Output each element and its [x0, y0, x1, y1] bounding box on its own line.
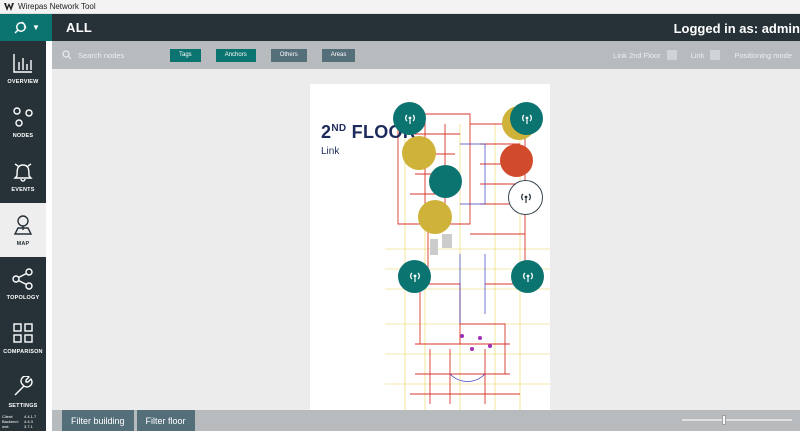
- anchor-node[interactable]: [511, 260, 544, 293]
- anchor-node[interactable]: [393, 102, 426, 135]
- sidebar-item-label: OVERVIEW: [7, 78, 39, 85]
- link-floor-checkbox[interactable]: [666, 50, 677, 60]
- antenna-icon: [522, 272, 533, 282]
- floor-plan-title-ordinal: ND: [331, 123, 347, 134]
- anchor-node[interactable]: [510, 102, 543, 135]
- grid-icon: [13, 322, 33, 343]
- share-icon: [12, 267, 33, 290]
- sidebar-item-overview[interactable]: OVERVIEW: [0, 41, 46, 95]
- version-info: Client: 4.4.1.7 Backend: 4.4.3 wnt: 3.7.1: [0, 411, 46, 431]
- map-pin-icon: [13, 214, 33, 235]
- map-canvas[interactable]: 2ND FLOOR Link: [52, 69, 800, 414]
- map-bottom-bar: Filter building Filter floor: [52, 410, 800, 431]
- logged-in-user: Logged in as: admin: [673, 21, 800, 36]
- antenna-icon: [404, 114, 415, 124]
- tag-node[interactable]: [402, 136, 436, 170]
- version-key: wnt:: [2, 424, 10, 429]
- sidebar-item-label: COMPARISON: [3, 348, 43, 355]
- sidebar-item-label: MAP: [16, 240, 30, 247]
- sidebar-item-map[interactable]: MAP: [0, 203, 46, 257]
- page-title: ALL: [66, 20, 93, 35]
- window-title: Wirepas Network Tool: [18, 2, 96, 11]
- sidebar-item-label: NODES: [12, 132, 34, 139]
- tag-node[interactable]: [500, 144, 533, 177]
- filter-floor-button[interactable]: Filter floor: [136, 410, 195, 431]
- network-selector[interactable]: ▼: [0, 14, 52, 41]
- version-row: wnt: 3.7.1: [2, 424, 46, 429]
- sidebar: OVERVIEW NODES EVENTS MAP TOPOLOGY COMPA…: [0, 41, 46, 411]
- version-value: 3.7.1: [24, 424, 33, 429]
- tag-node[interactable]: [429, 165, 462, 198]
- sidebar-item-comparison[interactable]: COMPARISON: [0, 311, 46, 365]
- bell-icon: [13, 162, 33, 182]
- zoom-slider-track: [682, 419, 792, 421]
- sidebar-item-label: TOPOLOGY: [6, 294, 40, 301]
- app-header: ▼ ALL Logged in as: admin: [0, 14, 800, 41]
- zoom-slider[interactable]: [682, 415, 792, 425]
- sidebar-item-nodes[interactable]: NODES: [0, 95, 46, 149]
- wrench-icon: [14, 375, 33, 395]
- tag-node[interactable]: [418, 200, 452, 234]
- positioning-mode-label: Positioning mode: [734, 50, 792, 60]
- plug-icon: [14, 20, 27, 34]
- search-box: [62, 50, 170, 60]
- filter-anchors-button[interactable]: Anchors: [215, 48, 256, 62]
- search-input[interactable]: [78, 50, 168, 60]
- sidebar-item-topology[interactable]: TOPOLOGY: [0, 257, 46, 311]
- bar-chart-icon: [13, 53, 32, 73]
- antenna-icon: [521, 114, 532, 124]
- filter-building-button[interactable]: Filter building: [62, 410, 134, 431]
- sidebar-item-label: EVENTS: [11, 186, 35, 193]
- wirepas-logo-icon: [4, 2, 14, 11]
- filter-tags-button[interactable]: Tags: [170, 48, 201, 62]
- map-toolbar: Tags Anchors Others Areas Link 2nd Floor…: [52, 41, 800, 69]
- zoom-slider-thumb[interactable]: [722, 415, 726, 425]
- link-checkbox[interactable]: [710, 50, 721, 60]
- window-titlebar: Wirepas Network Tool: [0, 0, 800, 14]
- floor-plan-title-number: 2: [321, 122, 332, 142]
- filter-others-button[interactable]: Others: [270, 48, 307, 62]
- link-floor-label: Link 2nd Floor: [613, 50, 661, 60]
- sidebar-item-label: SETTINGS: [8, 402, 38, 409]
- anchor-node-selected[interactable]: [508, 180, 543, 215]
- search-icon: [62, 50, 72, 60]
- filter-areas-button[interactable]: Areas: [321, 48, 356, 62]
- floor-plan-subtitle: Link: [321, 146, 340, 157]
- antenna-icon: [409, 272, 420, 282]
- nodes-icon: [13, 106, 33, 127]
- antenna-icon: [520, 193, 531, 203]
- anchor-node[interactable]: [398, 260, 431, 293]
- chevron-down-icon: ▼: [32, 23, 40, 32]
- link-label: Link: [690, 50, 705, 60]
- sidebar-item-events[interactable]: EVENTS: [0, 149, 46, 203]
- toolbar-options: Link 2nd Floor Link Positioning mode: [613, 41, 792, 69]
